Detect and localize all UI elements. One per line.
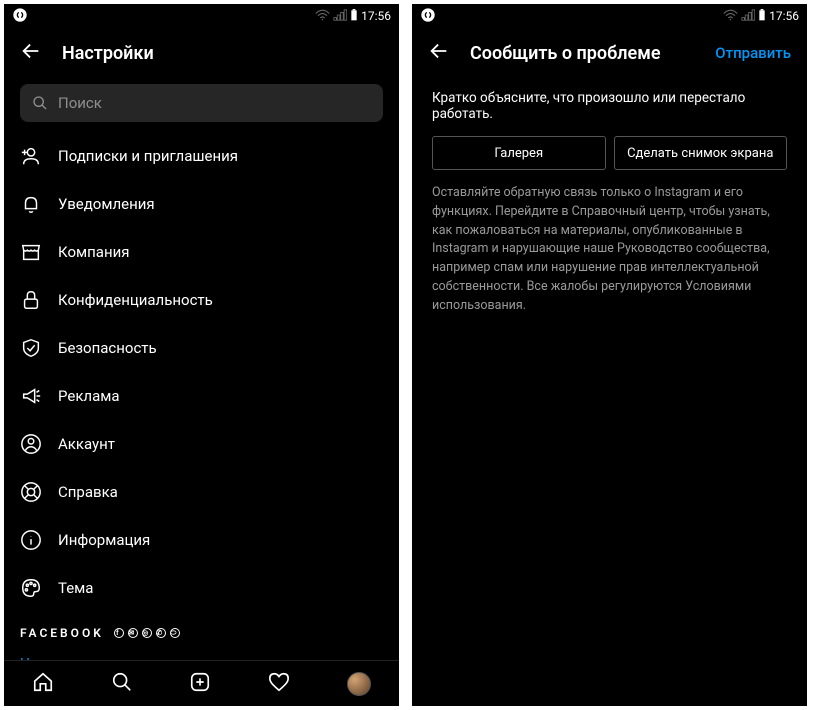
back-button[interactable] [20, 40, 42, 66]
menu-label: Компания [58, 243, 129, 261]
add-post-icon[interactable] [189, 671, 211, 697]
status-bar: 17:56 [4, 4, 399, 28]
page-title: Сообщить о проблеме [470, 43, 695, 64]
profile-avatar[interactable] [347, 672, 371, 696]
shop-icon [20, 241, 42, 263]
menu-label: Тема [58, 579, 93, 597]
activity-icon[interactable] [268, 671, 290, 697]
menu-label: Аккаунт [58, 435, 115, 453]
prompt-text: Кратко объясните, что произошло или пере… [412, 78, 807, 136]
menu-item-business[interactable]: Компания [4, 228, 399, 276]
menu-item-account[interactable]: Аккаунт [4, 420, 399, 468]
menu-label: Реклама [58, 387, 120, 405]
menu-item-follow-invite[interactable]: Подписки и приглашения [4, 132, 399, 180]
facebook-label: FACEBOOK [20, 626, 104, 640]
status-time: 17:56 [361, 9, 391, 23]
report-problem-screen: 17:56 Сообщить о проблеме Отправить Крат… [412, 4, 807, 706]
info-icon [20, 529, 42, 551]
status-bar: 17:56 [412, 4, 807, 28]
search-nav-icon[interactable] [111, 671, 133, 697]
wifi-icon [315, 9, 330, 24]
signal-icon [333, 9, 347, 24]
page-title: Настройки [62, 43, 383, 64]
menu-item-notifications[interactable]: Уведомления [4, 180, 399, 228]
shield-icon [20, 337, 42, 359]
menu-label: Справка [58, 483, 118, 501]
person-plus-icon [20, 145, 42, 167]
menu-item-about[interactable]: Информация [4, 516, 399, 564]
palette-icon [20, 577, 42, 599]
menu-item-theme[interactable]: Тема [4, 564, 399, 612]
shazam-icon [420, 7, 436, 26]
megaphone-icon [20, 385, 42, 407]
user-circle-icon [20, 433, 42, 455]
screenshot-button[interactable]: Сделать снимок экрана [614, 136, 788, 170]
shazam-icon [12, 7, 28, 26]
signal-icon [741, 9, 755, 24]
menu-label: Информация [58, 531, 150, 549]
menu-label: Уведомления [58, 195, 155, 213]
menu-label: Подписки и приглашения [58, 147, 238, 165]
bell-icon [20, 193, 42, 215]
menu-item-privacy[interactable]: Конфиденциальность [4, 276, 399, 324]
status-time: 17:56 [769, 9, 799, 23]
header: Сообщить о проблеме Отправить [412, 28, 807, 78]
submit-button[interactable]: Отправить [715, 44, 791, 62]
meta-apps-icons: f✉◎✆⬭ [114, 628, 180, 638]
bottom-nav [4, 660, 399, 706]
menu-item-security[interactable]: Безопасность [4, 324, 399, 372]
menu-item-ads[interactable]: Реклама [4, 372, 399, 420]
menu-item-help[interactable]: Справка [4, 468, 399, 516]
gallery-button[interactable]: Галерея [432, 136, 606, 170]
settings-menu: Подписки и приглашения Уведомления Компа… [4, 132, 399, 612]
wifi-icon [723, 9, 738, 24]
header: Настройки [4, 28, 399, 78]
menu-label: Конфиденциальность [58, 291, 213, 309]
battery-icon [758, 9, 766, 24]
attachment-buttons: Галерея Сделать снимок экрана [412, 136, 807, 184]
search-placeholder: Поиск [58, 94, 102, 112]
lifebuoy-icon [20, 481, 42, 503]
lock-icon [20, 289, 42, 311]
search-input[interactable]: Поиск [20, 84, 383, 122]
settings-screen: 17:56 Настройки Поиск Подписки и приглаш… [4, 4, 399, 706]
facebook-section: FACEBOOK f✉◎✆⬭ [4, 612, 399, 646]
disclaimer-text: Оставляйте обратную связь только о Insta… [412, 184, 807, 315]
menu-label: Безопасность [58, 339, 157, 357]
battery-icon [350, 9, 358, 24]
back-button[interactable] [428, 40, 450, 66]
home-icon[interactable] [32, 671, 54, 697]
